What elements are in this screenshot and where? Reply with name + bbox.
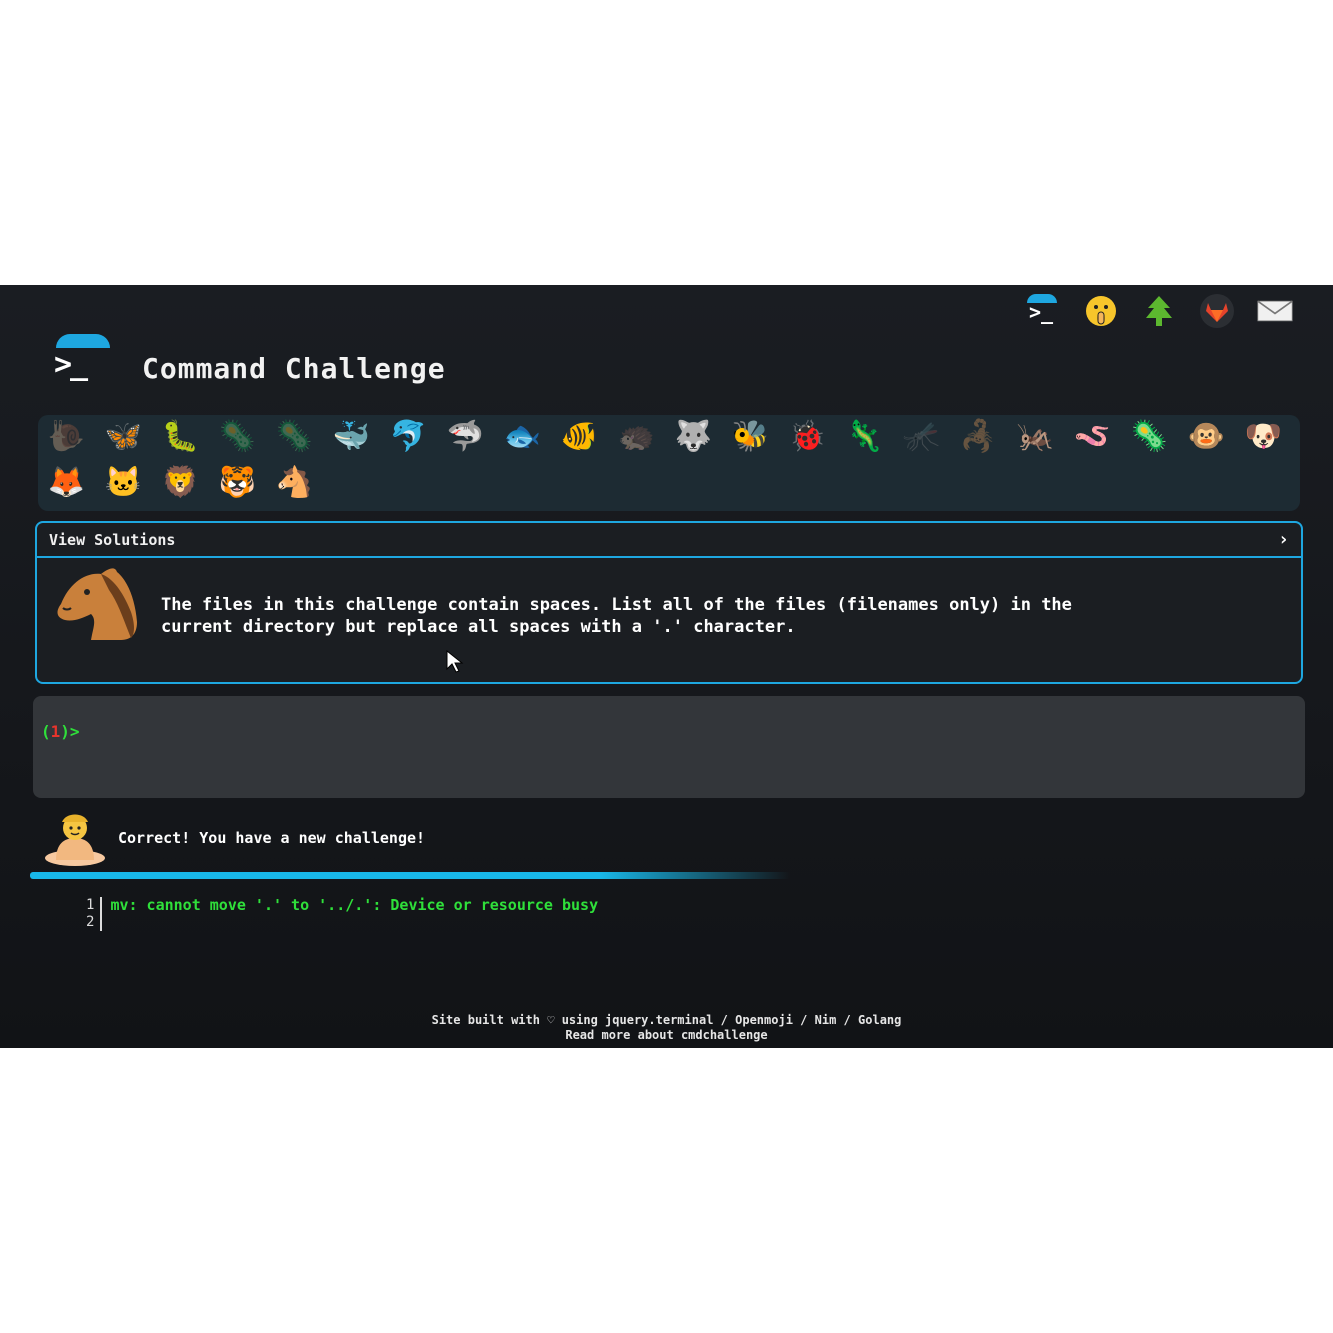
badge-lion-icon[interactable]: 🦁 bbox=[158, 461, 203, 505]
badge-bee-icon[interactable]: 🐝 bbox=[728, 415, 773, 459]
badge-dolphin-icon[interactable]: 🐬 bbox=[386, 415, 431, 459]
heart-icon: ♡ bbox=[547, 1013, 555, 1027]
command-output: 1 2 mv: cannot move '.' to '../.': Devic… bbox=[86, 897, 598, 931]
badge-row-2: 🦊 🐱 🦁 🐯 🐴 bbox=[44, 461, 329, 505]
badge-collection: 🐌 🦋 🐛 🦠 🦠 🐳 🐬 🦈 🐟 🐠 🦔 🐺 🐝 🐞 🦎 🦟 🦂 🦗 🪱 🦠 🐵 🐶 🦊 🐱 🦁 🐯 🐴 bbox=[38, 415, 1300, 511]
openmoji-link[interactable]: Openmoji bbox=[735, 1013, 793, 1027]
golang-link[interactable]: Golang bbox=[858, 1013, 901, 1027]
page-title: Command Challenge bbox=[142, 351, 446, 385]
jquery-terminal-link[interactable]: jquery.terminal bbox=[605, 1013, 713, 1027]
badge-whale-icon[interactable]: 🐳 bbox=[329, 415, 374, 459]
challenge-panel: View Solutions › The files in this chall… bbox=[35, 521, 1303, 684]
mouse-pointer-icon bbox=[446, 650, 464, 673]
genie-icon bbox=[45, 814, 105, 866]
line-number: 1 bbox=[86, 897, 95, 913]
output-line: mv: cannot move '.' to '../.': Device or… bbox=[110, 896, 599, 914]
gitlab-icon[interactable] bbox=[1199, 293, 1235, 329]
badge-germ-icon[interactable]: 🦠 bbox=[272, 415, 317, 459]
challenge-description-line-1: The files in this challenge contain spac… bbox=[161, 595, 1072, 615]
badge-scorpion-icon[interactable]: 🦂 bbox=[956, 415, 1001, 459]
badge-mosquito-icon[interactable]: 🦟 bbox=[899, 415, 944, 459]
page-header: >_ Command Challenge bbox=[50, 330, 446, 386]
badge-dog-icon[interactable]: 🐶 bbox=[1241, 415, 1286, 459]
footer-separator: / bbox=[800, 1013, 808, 1027]
badge-worm-icon[interactable]: 🪱 bbox=[1070, 415, 1115, 459]
badge-cricket-icon[interactable]: 🦗 bbox=[1013, 415, 1058, 459]
result-message: Correct! You have a new challenge! bbox=[42, 810, 425, 866]
badge-tiger-icon[interactable]: 🐯 bbox=[215, 461, 260, 505]
badge-caterpillar-icon[interactable]: 🐛 bbox=[158, 415, 203, 459]
read-more-link[interactable]: Read more about cmdchallenge bbox=[0, 1028, 1333, 1043]
badge-lizard-icon[interactable]: 🦎 bbox=[842, 415, 887, 459]
page-footer: Site built with ♡ using jquery.terminal … bbox=[0, 1013, 1333, 1043]
badge-shark-icon[interactable]: 🦈 bbox=[443, 415, 488, 459]
challenge-description-line-2: current directory but replace all spaces… bbox=[161, 617, 796, 637]
badge-ladybug-icon[interactable]: 🐞 bbox=[785, 415, 830, 459]
badge-butterfly-icon[interactable]: 🦋 bbox=[101, 415, 146, 459]
horse-icon bbox=[57, 568, 137, 640]
badge-tropical-fish-icon[interactable]: 🐠 bbox=[557, 415, 602, 459]
logo-arc bbox=[56, 334, 110, 348]
shush-face-icon[interactable] bbox=[1083, 293, 1119, 329]
challenge-description: The files in this challenge contain spac… bbox=[161, 594, 1271, 638]
footer-prefix: Site built with bbox=[431, 1013, 540, 1027]
badge-amoeba-icon[interactable]: 🦠 bbox=[1127, 415, 1172, 459]
challenge-body: The files in this challenge contain spac… bbox=[37, 558, 1301, 680]
line-number-gutter: 1 2 bbox=[86, 897, 103, 931]
view-solutions-label: View Solutions bbox=[49, 530, 176, 549]
home-logo-icon[interactable]: >_ bbox=[1025, 293, 1061, 329]
badge-cat-icon[interactable]: 🐱 bbox=[101, 461, 146, 505]
prompt-number: 1 bbox=[50, 722, 61, 741]
result-divider bbox=[30, 872, 790, 879]
result-text: Correct! You have a new challenge! bbox=[118, 829, 426, 847]
badge-wolf-icon[interactable]: 🐺 bbox=[671, 415, 716, 459]
app-logo[interactable]: >_ bbox=[50, 330, 112, 386]
nim-link[interactable]: Nim bbox=[815, 1013, 837, 1027]
footer-credits: Site built with ♡ using jquery.terminal … bbox=[0, 1013, 1333, 1028]
badge-monkey-icon[interactable]: 🐵 bbox=[1184, 415, 1229, 459]
badge-horse-icon[interactable]: 🐴 bbox=[272, 461, 317, 505]
badge-hedgehog-icon[interactable]: 🦔 bbox=[614, 415, 659, 459]
prompt-open: ( bbox=[41, 722, 51, 741]
view-solutions-toggle[interactable]: View Solutions › bbox=[37, 523, 1301, 558]
top-nav: >_ bbox=[1025, 293, 1293, 329]
badge-row-1: 🐌 🦋 🐛 🦠 🦠 🐳 🐬 🦈 🐟 🐠 🦔 🐺 🐝 🐞 🦎 🦟 🦂 🦗 🪱 🦠 🐵 🐶 bbox=[44, 415, 1298, 459]
badge-microbe-icon[interactable]: 🦠 bbox=[215, 415, 260, 459]
mail-icon[interactable] bbox=[1257, 293, 1293, 329]
terminal-input[interactable]: (1)> bbox=[33, 696, 1305, 798]
terminal-prompt-icon: >_ bbox=[54, 347, 88, 382]
footer-using: using bbox=[561, 1013, 598, 1027]
terminal-prompt: (1)> bbox=[41, 722, 80, 741]
badge-fox-icon[interactable]: 🦊 bbox=[44, 461, 89, 505]
prompt-close: )> bbox=[60, 722, 80, 741]
app-screen: >_ >_ Command Challenge 🐌 🦋 🐛 🦠 🦠 🐳 🐬 🦈 🐟 🐠 🦔 🐺 🐝 🐞 🦎 🦟… bbox=[0, 285, 1333, 1048]
badge-fish-icon[interactable]: 🐟 bbox=[500, 415, 545, 459]
tree-icon[interactable] bbox=[1141, 293, 1177, 329]
footer-separator: / bbox=[720, 1013, 728, 1027]
footer-separator: / bbox=[843, 1013, 851, 1027]
badge-snail-icon[interactable]: 🐌 bbox=[44, 415, 89, 459]
chevron-right-icon: › bbox=[1278, 529, 1289, 550]
line-number: 2 bbox=[86, 914, 95, 930]
